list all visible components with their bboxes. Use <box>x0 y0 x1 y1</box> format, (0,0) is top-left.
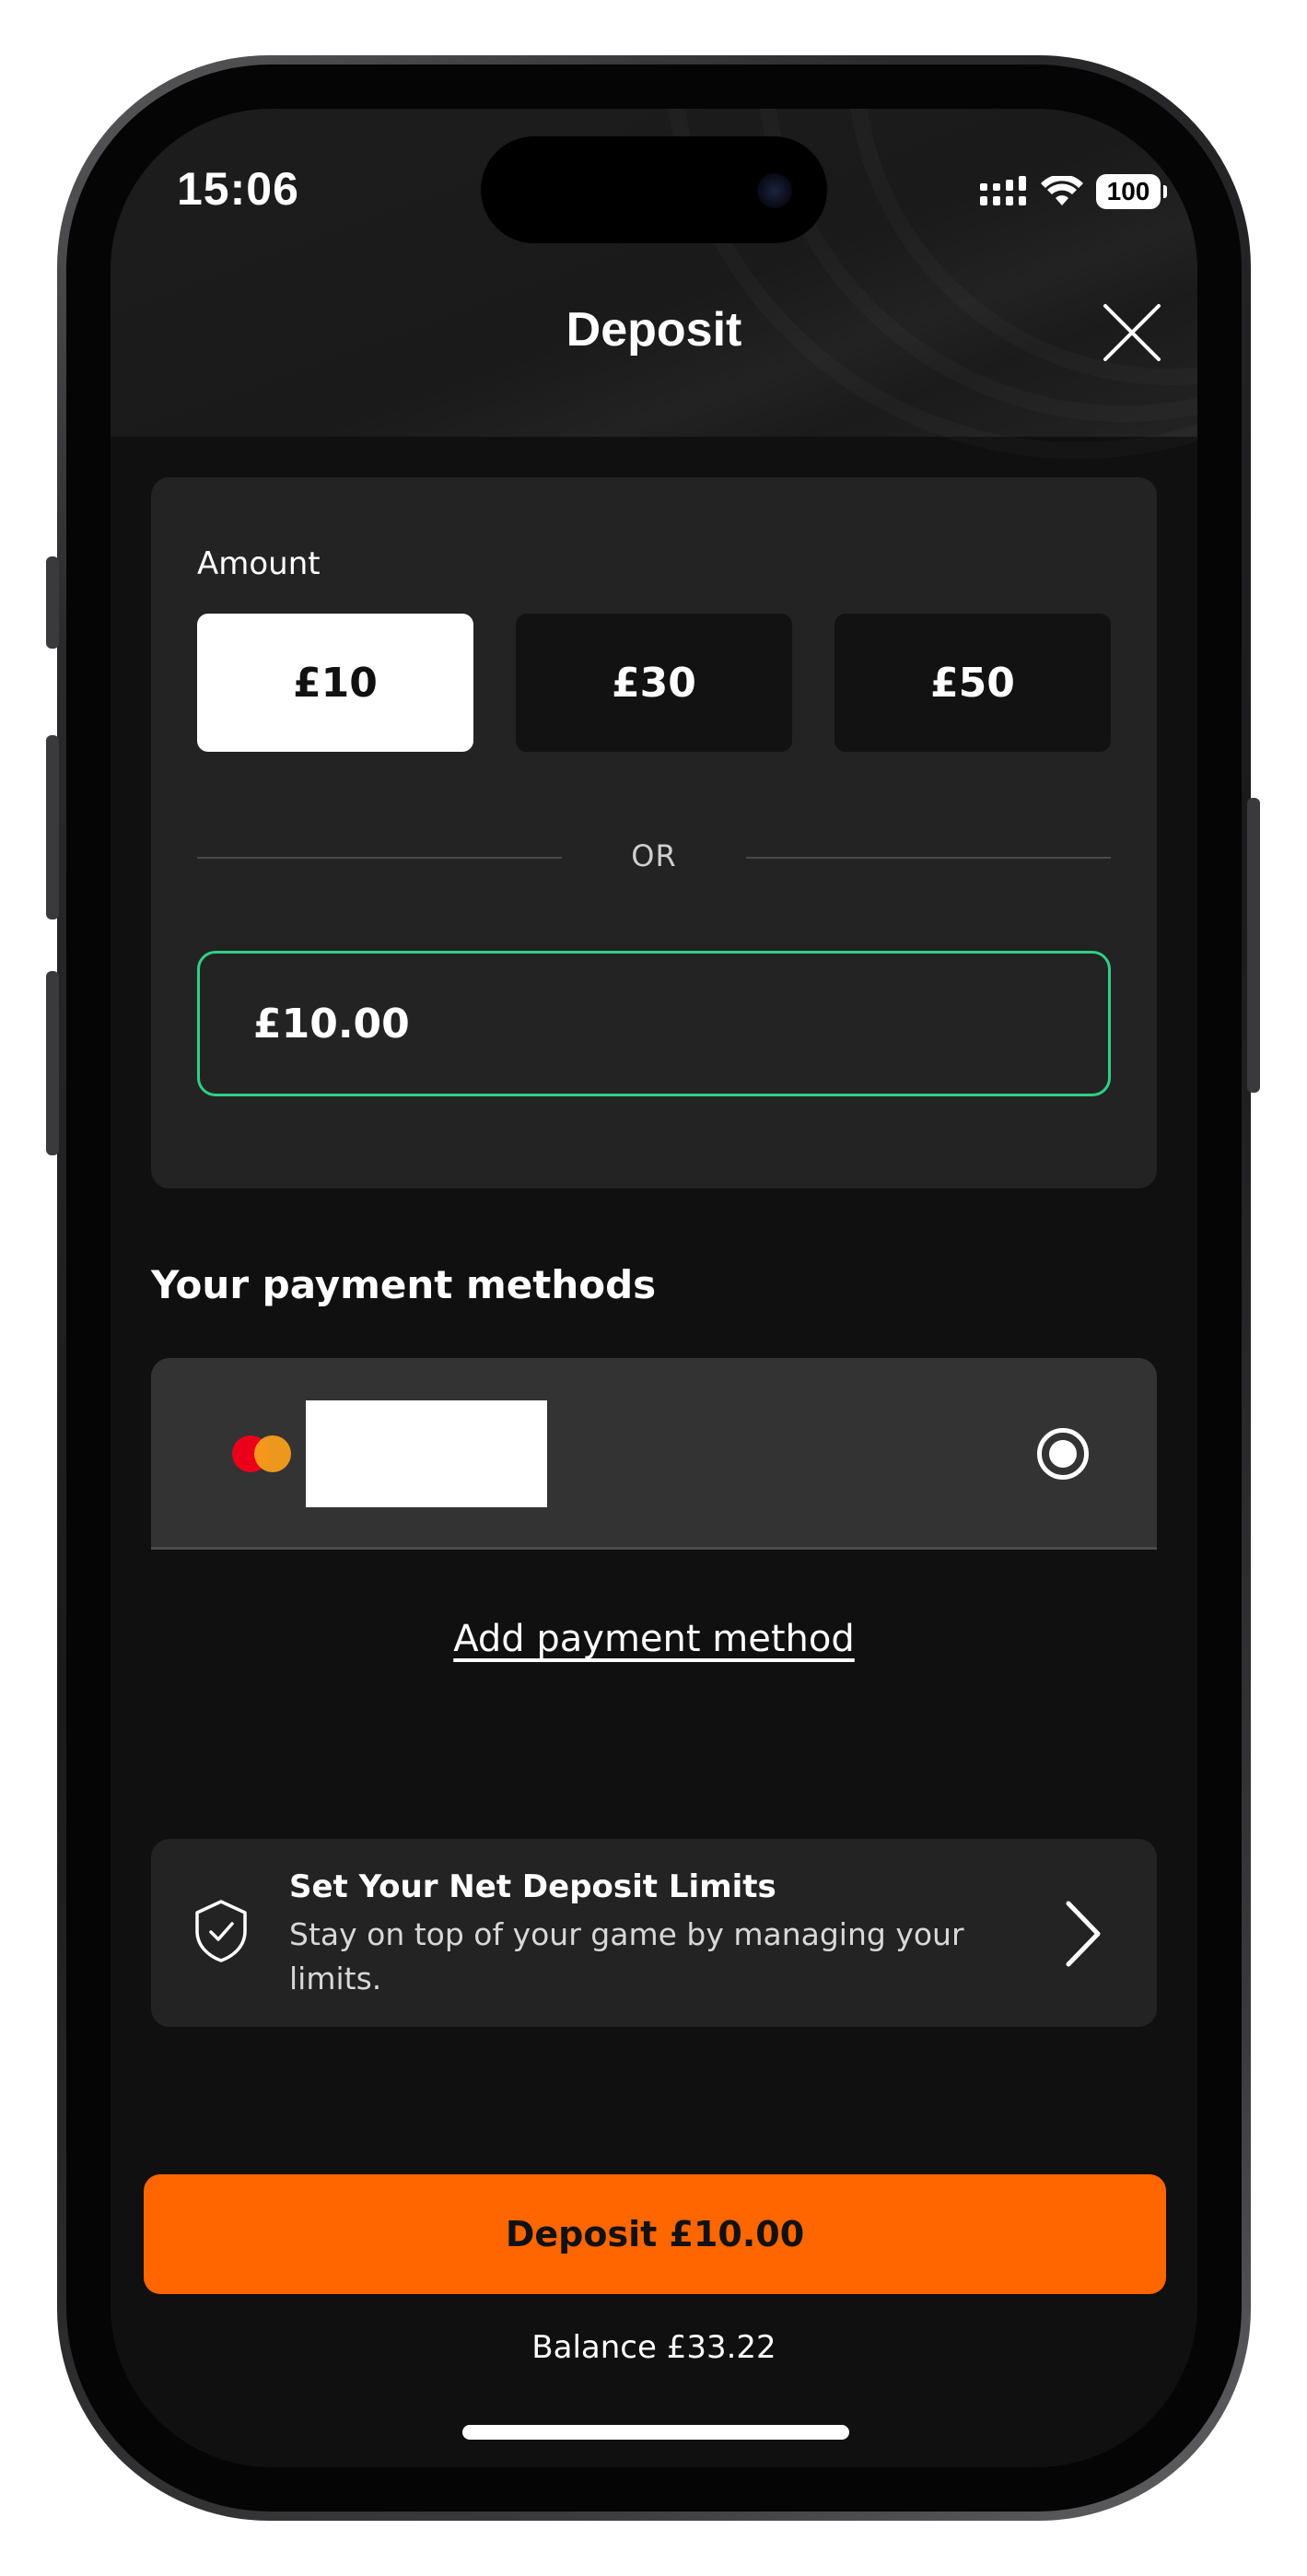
action-button <box>46 556 59 649</box>
wifi-icon <box>1041 176 1083 205</box>
close-icon <box>1103 304 1161 361</box>
preset-amount-30[interactable]: £30 <box>516 614 792 752</box>
or-divider-text: OR <box>631 838 677 873</box>
camera-icon <box>757 173 792 208</box>
preset-amount-50[interactable]: £50 <box>834 614 1111 752</box>
close-button[interactable] <box>1100 300 1164 365</box>
chevron-right-icon <box>1066 1901 1101 1967</box>
payment-methods-title: Your payment methods <box>151 1262 657 1307</box>
status-time: 15:06 <box>177 163 299 215</box>
limits-title: Set Your Net Deposit Limits <box>289 1868 776 1905</box>
power-button <box>1247 798 1260 1093</box>
add-payment-method-link[interactable]: Add payment method <box>111 1618 1197 1660</box>
amount-label: Amount <box>197 545 321 582</box>
deposit-button[interactable]: Deposit £10.00 <box>144 2174 1166 2294</box>
screen: 15:06 100 Deposit Amount £10 £30 £50 OR … <box>111 109 1197 2467</box>
preset-amount-10[interactable]: £10 <box>197 614 473 752</box>
dynamic-island <box>481 136 827 243</box>
battery-level: 100 <box>1106 177 1150 205</box>
page-title: Deposit <box>566 303 742 357</box>
status-icons: 100 <box>980 173 1167 210</box>
payment-method-radio[interactable] <box>1037 1428 1089 1480</box>
balance-text: Balance £33.22 <box>531 2329 776 2366</box>
divider-right <box>746 857 1111 859</box>
shield-check-icon <box>195 1900 247 1962</box>
home-indicator[interactable] <box>462 2425 849 2440</box>
signal-icon <box>980 176 1026 205</box>
deposit-limits-card[interactable]: Set Your Net Deposit Limits Stay on top … <box>151 1839 1157 2027</box>
volume-up-button <box>46 735 59 919</box>
amount-input[interactable] <box>197 951 1111 1096</box>
limits-subtitle: Stay on top of your game by managing you… <box>289 1916 964 1996</box>
payment-method-card[interactable] <box>151 1358 1157 1550</box>
amount-card: Amount £10 £30 £50 OR <box>151 477 1157 1188</box>
volume-down-button <box>46 971 59 1155</box>
battery-icon: 100 <box>1096 174 1167 209</box>
mastercard-icon <box>232 1435 291 1472</box>
card-number-redacted <box>306 1400 547 1507</box>
